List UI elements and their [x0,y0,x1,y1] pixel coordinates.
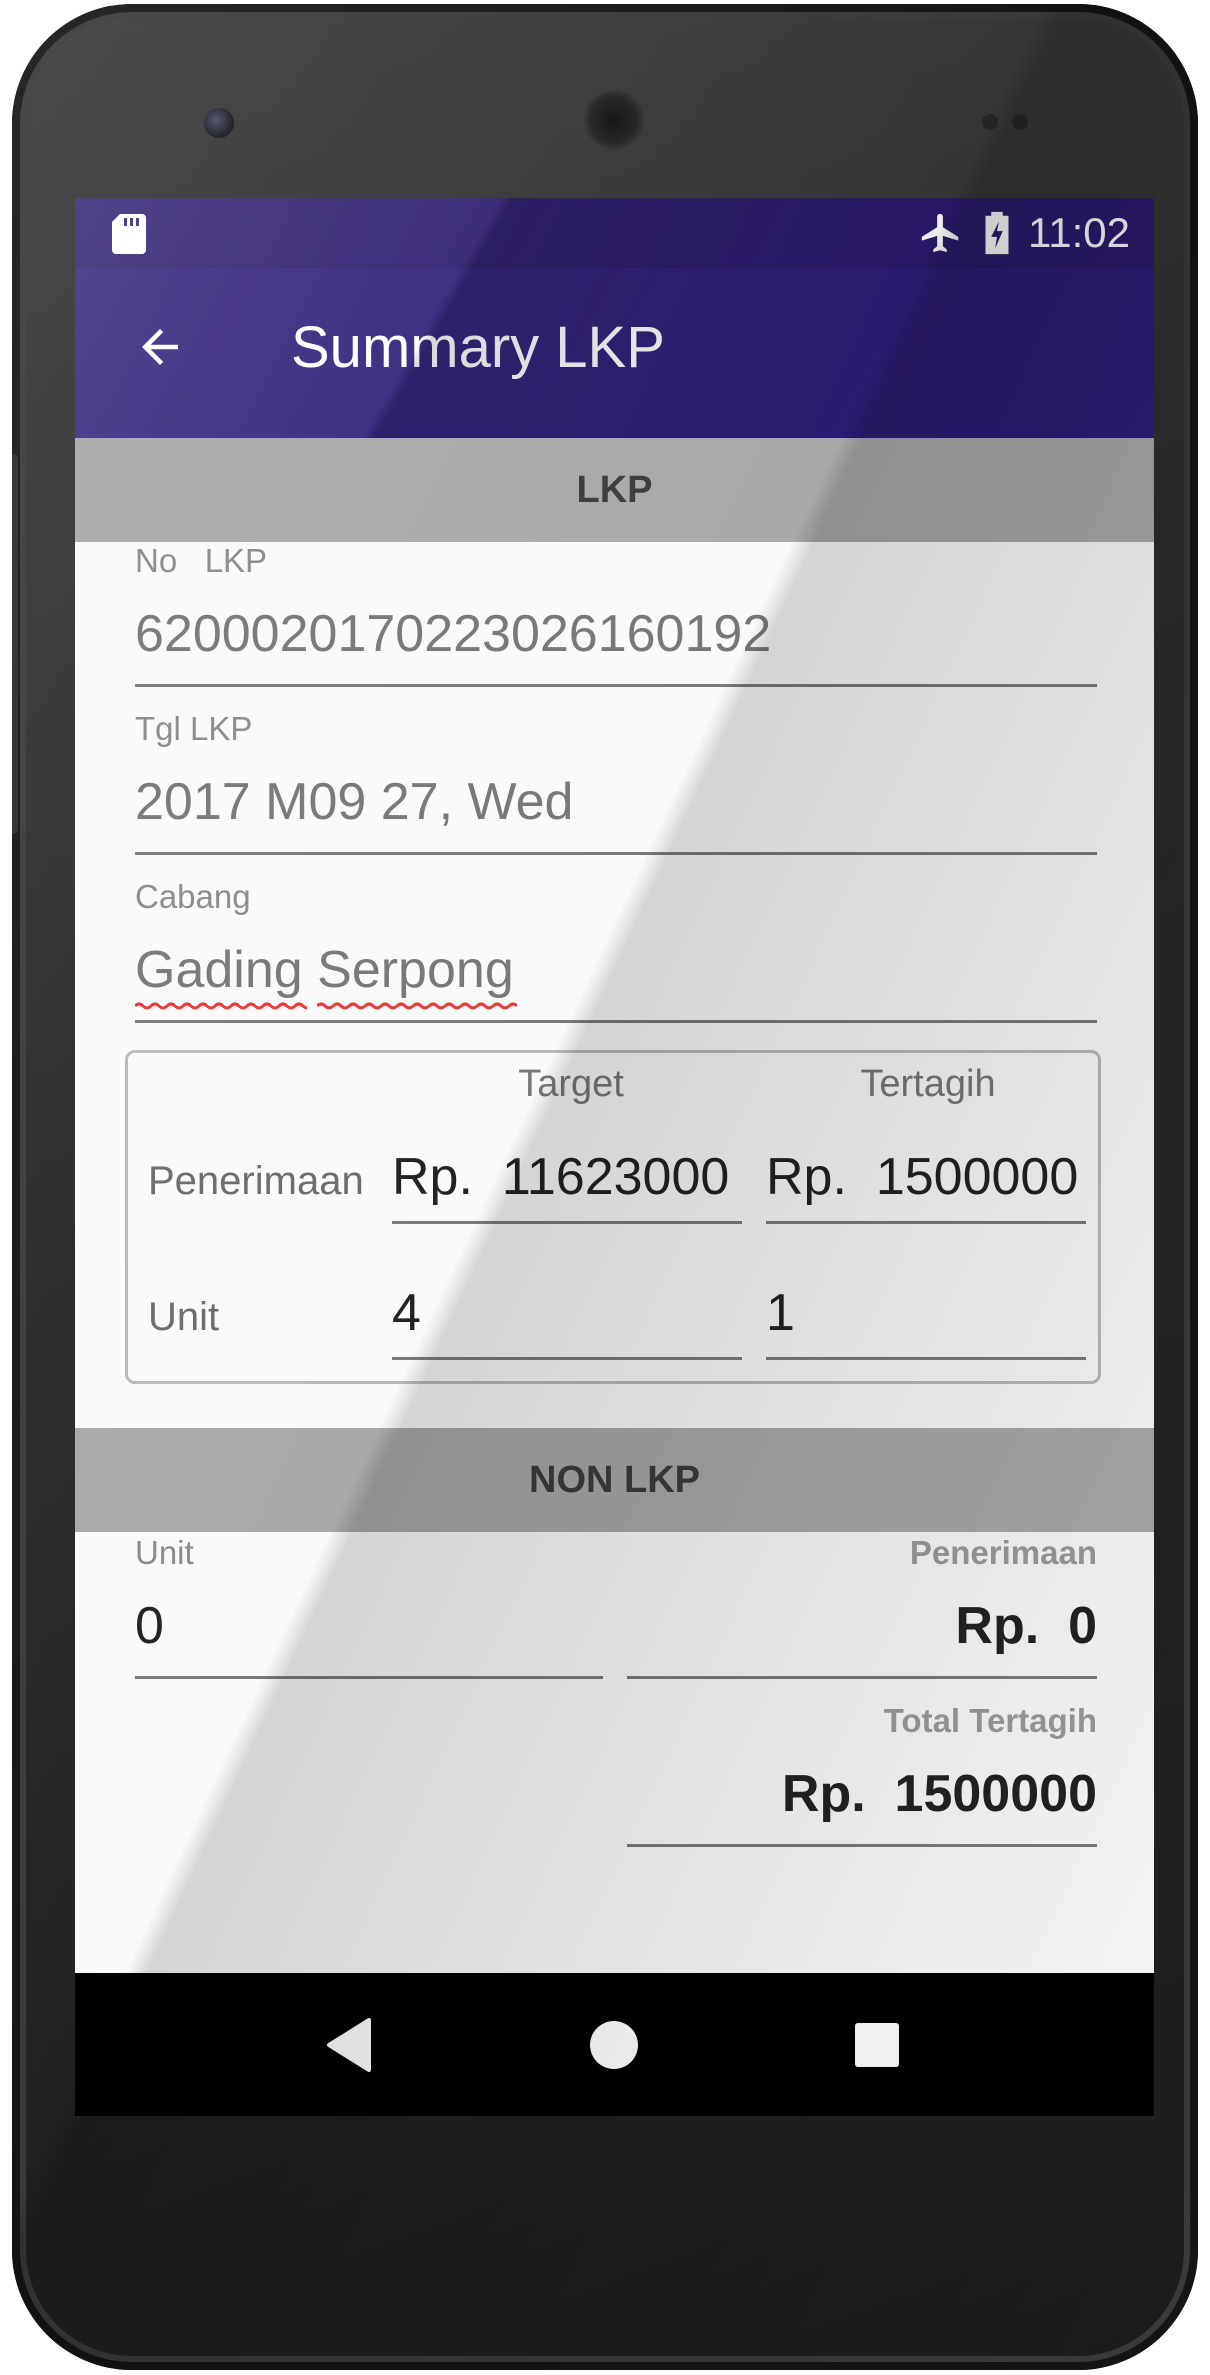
penerimaan-target-field[interactable]: Rp. 11623000 [392,1147,729,1207]
non-lkp-penerimaan-field[interactable]: Rp. 0 [955,1596,1097,1656]
col-header-tertagih: Tertagih [860,1063,996,1105]
lkp-section-header: LKP [75,438,1154,542]
earpiece-speaker [584,90,644,150]
cabang-value-word-2: Serpong [317,941,514,999]
no-lkp-label: No LKP [135,542,268,579]
front-camera [204,108,234,138]
navigation-bar [75,1973,1154,2116]
non-lkp-section-header: NON LKP [75,1428,1154,1532]
tgl-lkp-underline [135,852,1097,855]
screen: 11:02 Summary LKP LKP No LKP 62000201702… [75,198,1154,2116]
non-lkp-unit-field[interactable]: 0 [135,1596,164,1656]
cabang-value-word-1: Gading [135,941,303,999]
tgl-lkp-label: Tgl LKP [135,710,253,747]
penerimaan-tertagih-underline [766,1221,1086,1224]
total-tertagih-label: Total Tertagih [883,1702,1097,1739]
unit-tertagih-field[interactable]: 1 [766,1283,795,1343]
battery-charging-icon [985,211,1009,255]
target-tertagih-table: Target Tertagih Penerimaan Rp. 11623000 … [125,1050,1101,1384]
cabang-field[interactable]: Gading Serpong [135,940,514,1000]
tgl-lkp-field[interactable]: 2017 M09 27, Wed [135,772,573,832]
spellcheck-underline-2 [317,1002,517,1010]
spellcheck-underline-1 [135,1002,307,1010]
nav-recents-button[interactable] [841,2009,913,2081]
cabang-label: Cabang [135,878,251,915]
recents-square-icon [855,2023,899,2067]
total-tertagih-field[interactable]: Rp. 1500000 [782,1764,1097,1824]
phone-frame: 11:02 Summary LKP LKP No LKP 62000201702… [12,4,1198,2370]
home-circle-icon [590,2021,638,2069]
non-lkp-penerimaan-underline [627,1676,1097,1679]
unit-target-field[interactable]: 4 [392,1283,421,1343]
non-lkp-unit-label: Unit [135,1534,194,1571]
proximity-sensor [982,114,998,130]
non-lkp-penerimaan-label: Penerimaan [909,1534,1097,1571]
back-triangle-icon [327,2018,371,2072]
no-lkp-underline [135,684,1097,687]
airplane-icon [921,213,959,253]
page-title: Summary LKP [291,315,665,380]
status-time: 11:02 [1028,209,1130,256]
app-bar: Summary LKP [75,268,1154,438]
row-label-penerimaan: Penerimaan [148,1159,364,1203]
power-button [12,454,18,834]
unit-tertagih-underline [766,1357,1086,1360]
light-sensor [1012,114,1028,130]
penerimaan-tertagih-field[interactable]: Rp. 1500000 [766,1147,1078,1207]
sd-card-icon [112,214,146,254]
row-label-unit: Unit [148,1295,220,1339]
unit-target-underline [392,1357,742,1360]
cabang-underline [135,1020,1097,1023]
status-icons: 11:02 [918,208,1130,258]
nav-home-button[interactable] [578,2009,650,2081]
non-lkp-unit-underline [135,1676,603,1679]
arrow-left-icon[interactable] [133,320,187,374]
total-tertagih-underline [627,1844,1097,1847]
col-header-target: Target [518,1063,624,1105]
nav-back-button[interactable] [313,2009,385,2081]
no-lkp-field[interactable]: 6200020170223026160192 [135,604,771,664]
status-bar: 11:02 [75,198,1154,268]
penerimaan-target-underline [392,1221,742,1224]
